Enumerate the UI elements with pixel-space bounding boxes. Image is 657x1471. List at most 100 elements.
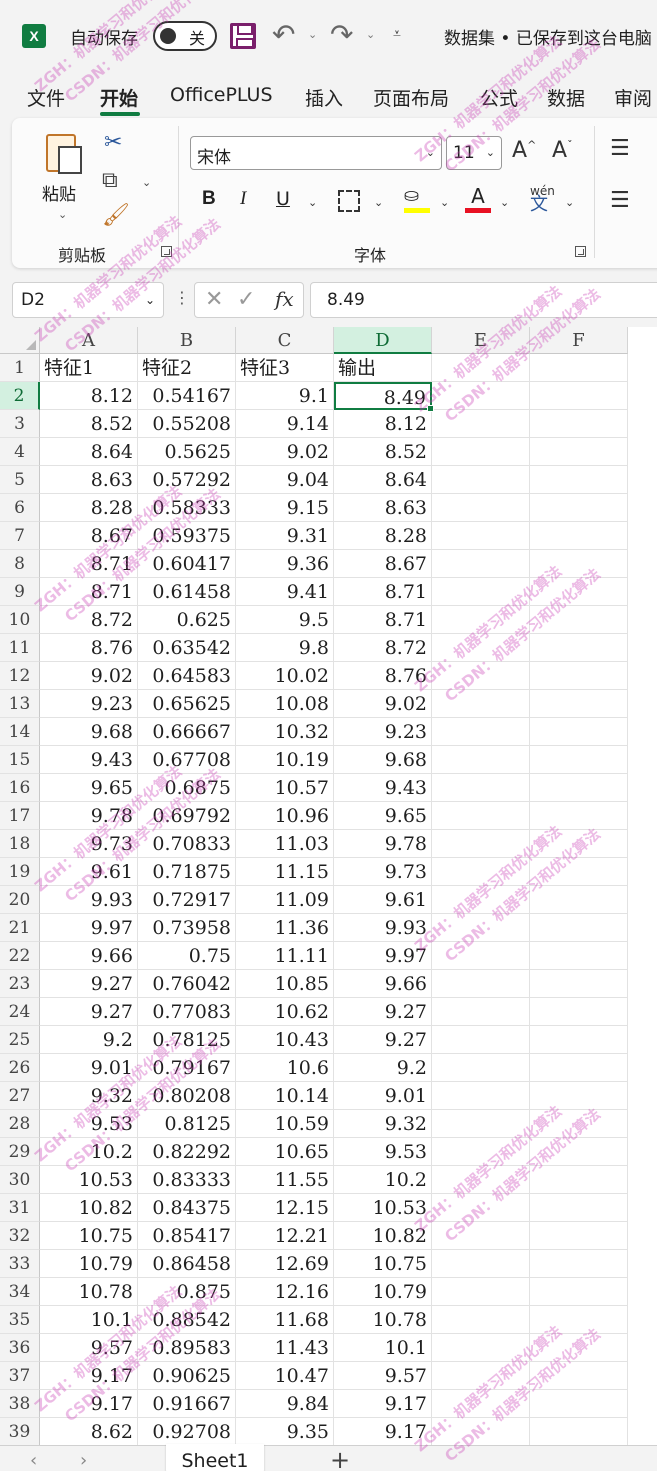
table-cell[interactable]: 8.76: [334, 662, 432, 690]
table-cell[interactable]: [530, 1026, 628, 1054]
table-cell[interactable]: [432, 662, 530, 690]
table-cell[interactable]: 9.57: [334, 1362, 432, 1390]
table-cell[interactable]: [432, 1082, 530, 1110]
table-cell[interactable]: 9.15: [236, 494, 334, 522]
table-cell[interactable]: [432, 438, 530, 466]
table-cell[interactable]: [432, 1222, 530, 1250]
table-cell[interactable]: [530, 970, 628, 998]
row-header[interactable]: 23: [0, 970, 40, 998]
row-header[interactable]: 4: [0, 438, 40, 466]
table-cell[interactable]: 8.72: [334, 634, 432, 662]
table-cell[interactable]: 0.75: [138, 942, 236, 970]
row-header[interactable]: 39: [0, 1418, 40, 1445]
table-cell[interactable]: [432, 1110, 530, 1138]
table-cell[interactable]: 9.2: [40, 1026, 138, 1054]
row-header[interactable]: 3: [0, 410, 40, 438]
tab-file[interactable]: 文件: [27, 84, 65, 111]
table-cell[interactable]: 10.65: [236, 1138, 334, 1166]
header-cell[interactable]: 特征1: [40, 354, 138, 382]
table-cell[interactable]: 10.62: [236, 998, 334, 1026]
table-cell[interactable]: [432, 830, 530, 858]
table-cell[interactable]: 12.15: [236, 1194, 334, 1222]
table-cell[interactable]: 0.85417: [138, 1222, 236, 1250]
table-cell[interactable]: [432, 718, 530, 746]
table-cell[interactable]: [432, 494, 530, 522]
row-header[interactable]: 16: [0, 774, 40, 802]
paste-button[interactable]: 粘贴: [42, 180, 76, 205]
header-cell[interactable]: [432, 354, 530, 382]
table-cell[interactable]: [530, 830, 628, 858]
previous-sheet-icon[interactable]: ‹: [30, 1450, 37, 1471]
table-cell[interactable]: [432, 998, 530, 1026]
table-cell[interactable]: 8.28: [40, 494, 138, 522]
table-cell[interactable]: 0.5625: [138, 438, 236, 466]
table-cell[interactable]: [432, 522, 530, 550]
row-header[interactable]: 27: [0, 1082, 40, 1110]
header-cell[interactable]: 特征2: [138, 354, 236, 382]
table-cell[interactable]: [530, 1054, 628, 1082]
table-cell[interactable]: 9.61: [334, 886, 432, 914]
table-cell[interactable]: 8.67: [334, 550, 432, 578]
undo-chevron-icon[interactable]: ⌄: [308, 28, 317, 41]
table-cell[interactable]: 0.875: [138, 1278, 236, 1306]
table-cell[interactable]: 9.41: [236, 578, 334, 606]
row-header[interactable]: 35: [0, 1306, 40, 1334]
row-header[interactable]: 7: [0, 522, 40, 550]
table-cell[interactable]: [530, 1082, 628, 1110]
row-header[interactable]: 8: [0, 550, 40, 578]
table-cell[interactable]: 10.6: [236, 1054, 334, 1082]
table-cell[interactable]: 0.58333: [138, 494, 236, 522]
row-header[interactable]: 38: [0, 1390, 40, 1418]
table-cell[interactable]: 9.57: [40, 1334, 138, 1362]
table-cell[interactable]: [432, 1418, 530, 1445]
table-cell[interactable]: 9.27: [40, 970, 138, 998]
table-cell[interactable]: [530, 578, 628, 606]
customize-qat-icon[interactable]: ⩡: [393, 26, 401, 42]
table-cell[interactable]: 10.1: [334, 1334, 432, 1362]
row-header[interactable]: 9: [0, 578, 40, 606]
table-cell[interactable]: [432, 606, 530, 634]
table-cell[interactable]: 10.53: [334, 1194, 432, 1222]
table-cell[interactable]: 8.71: [334, 606, 432, 634]
table-cell[interactable]: 11.09: [236, 886, 334, 914]
table-cell[interactable]: 0.80208: [138, 1082, 236, 1110]
table-cell[interactable]: [530, 1166, 628, 1194]
header-cell[interactable]: 输出: [334, 354, 432, 382]
table-cell[interactable]: 0.82292: [138, 1138, 236, 1166]
table-cell[interactable]: [530, 998, 628, 1026]
table-cell[interactable]: 10.1: [40, 1306, 138, 1334]
table-cell[interactable]: 9.78: [40, 802, 138, 830]
table-cell[interactable]: 0.76042: [138, 970, 236, 998]
table-cell[interactable]: [432, 1166, 530, 1194]
table-cell[interactable]: [530, 1222, 628, 1250]
table-cell[interactable]: 8.62: [40, 1418, 138, 1445]
select-all-corner[interactable]: [0, 327, 40, 354]
table-cell[interactable]: 0.86458: [138, 1250, 236, 1278]
table-cell[interactable]: [530, 746, 628, 774]
table-cell[interactable]: 12.21: [236, 1222, 334, 1250]
table-cell[interactable]: 9.32: [334, 1110, 432, 1138]
copy-chevron-icon[interactable]: ⌄: [142, 176, 151, 189]
table-cell[interactable]: [432, 634, 530, 662]
fill-chevron-icon[interactable]: ⌄: [440, 196, 449, 209]
active-cell[interactable]: 8.49: [334, 382, 432, 410]
table-cell[interactable]: [432, 914, 530, 942]
table-cell[interactable]: [432, 382, 530, 410]
table-cell[interactable]: [432, 1278, 530, 1306]
table-cell[interactable]: 0.63542: [138, 634, 236, 662]
save-icon[interactable]: [230, 23, 256, 49]
table-cell[interactable]: 9.32: [40, 1082, 138, 1110]
table-cell[interactable]: [530, 410, 628, 438]
table-cell[interactable]: 0.71875: [138, 858, 236, 886]
undo-icon[interactable]: ↶: [272, 18, 295, 51]
table-cell[interactable]: 9.2: [334, 1054, 432, 1082]
table-cell[interactable]: 9.68: [334, 746, 432, 774]
table-cell[interactable]: 0.6875: [138, 774, 236, 802]
table-cell[interactable]: 10.85: [236, 970, 334, 998]
clipboard-launcher-icon[interactable]: [161, 246, 172, 257]
row-header[interactable]: 1: [0, 354, 40, 382]
table-cell[interactable]: 8.67: [40, 522, 138, 550]
table-cell[interactable]: 8.71: [334, 578, 432, 606]
table-cell[interactable]: [432, 970, 530, 998]
table-cell[interactable]: 9.17: [334, 1418, 432, 1445]
